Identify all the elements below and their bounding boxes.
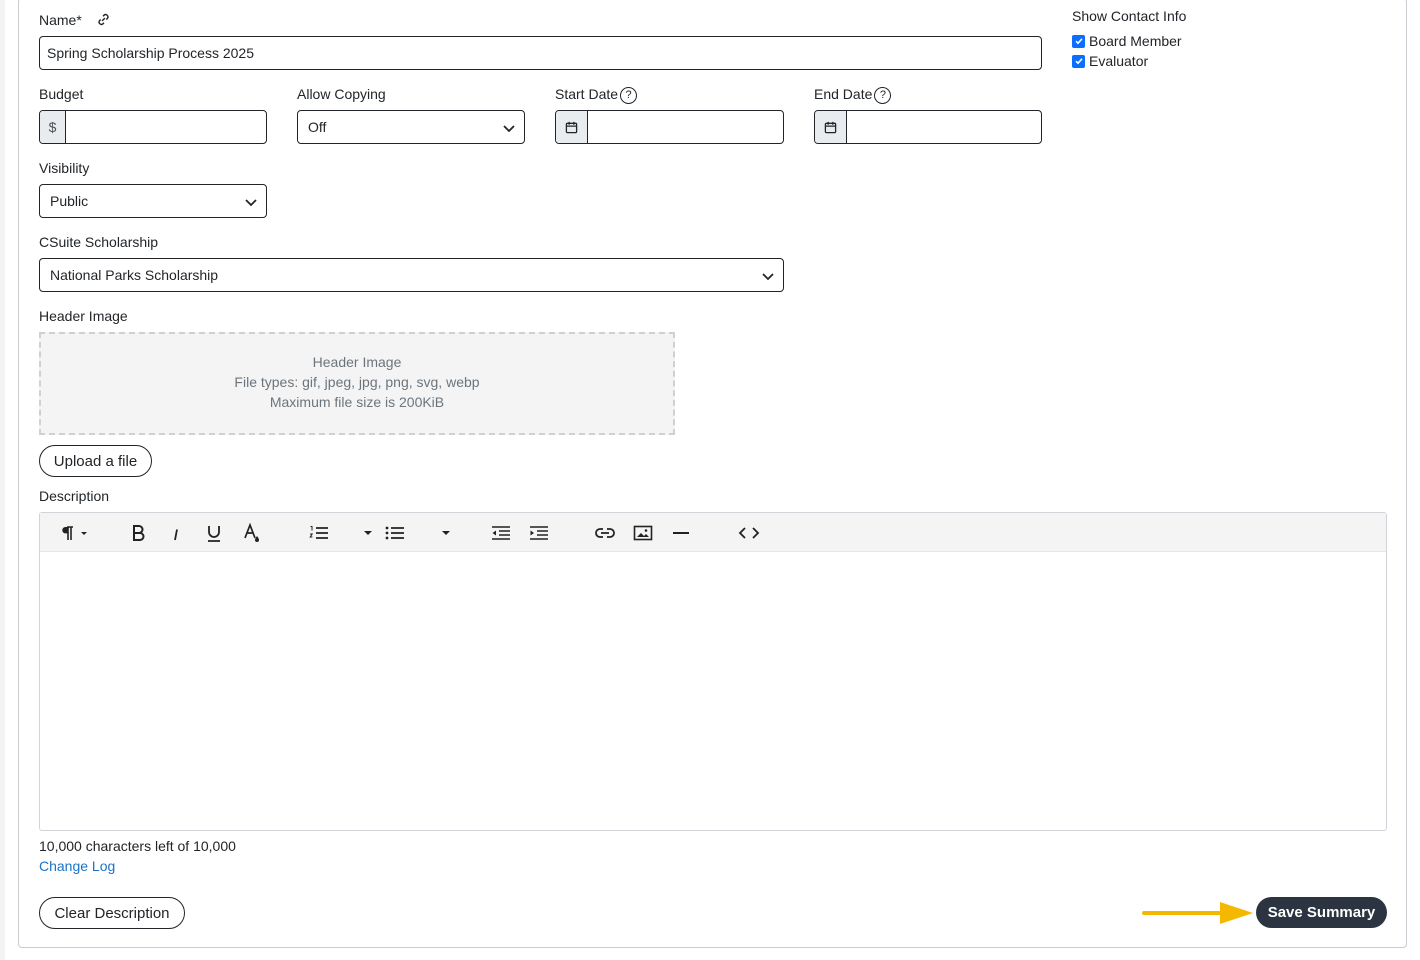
code-view-icon[interactable]: [737, 523, 761, 543]
ordered-list-icon[interactable]: [308, 523, 330, 543]
csuite-scholarship-label: CSuite Scholarship: [39, 234, 159, 250]
budget-input[interactable]: $: [39, 110, 267, 144]
board-member-label: Board Member: [1089, 33, 1182, 49]
outdent-icon[interactable]: [490, 523, 512, 543]
evaluator-checkbox-row[interactable]: Evaluator: [1072, 53, 1148, 69]
change-log-link[interactable]: Change Log: [39, 858, 115, 874]
show-contact-info-title: Show Contact Info: [1072, 8, 1187, 24]
start-date-label: Start Date?: [555, 86, 638, 104]
chevron-down-icon: [762, 273, 774, 281]
character-count: 10,000 characters left of 10,000: [39, 838, 236, 854]
upload-file-button[interactable]: Upload a file: [39, 445, 152, 477]
name-input-value: Spring Scholarship Process 2025: [47, 45, 255, 61]
header-image-dropzone[interactable]: Header Image File types: gif, jpeg, jpg,…: [39, 332, 675, 435]
budget-label: Budget: [39, 86, 84, 102]
csuite-scholarship-select[interactable]: National Parks Scholarship: [39, 258, 784, 292]
evaluator-checkbox[interactable]: [1072, 54, 1085, 68]
annotation-arrow-icon: [1142, 902, 1253, 924]
left-edge-strip: [0, 0, 5, 960]
name-input[interactable]: Spring Scholarship Process 2025: [39, 36, 1042, 70]
allow-copying-value: Off: [308, 119, 327, 135]
dropzone-max-size: Maximum file size is 200KiB: [269, 394, 445, 410]
underline-icon[interactable]: [204, 523, 224, 543]
calendar-icon[interactable]: [815, 111, 847, 143]
visibility-select[interactable]: Public: [39, 184, 267, 218]
visibility-value: Public: [50, 193, 89, 209]
allow-copying-label: Allow Copying: [297, 86, 386, 102]
chevron-down-icon: [503, 125, 515, 133]
clear-description-button[interactable]: Clear Description: [39, 897, 185, 929]
chevron-down-icon: [245, 199, 257, 207]
unordered-list-icon[interactable]: [384, 523, 406, 543]
italic-icon[interactable]: [166, 523, 186, 543]
evaluator-label: Evaluator: [1089, 53, 1149, 69]
csuite-scholarship-value: National Parks Scholarship: [50, 267, 219, 283]
dropzone-title: Header Image: [312, 354, 402, 370]
paragraph-icon[interactable]: [58, 523, 92, 543]
allow-copying-select[interactable]: Off: [297, 110, 525, 144]
currency-addon: $: [40, 111, 66, 143]
indent-icon[interactable]: [528, 523, 550, 543]
visibility-label: Visibility: [39, 160, 90, 176]
list-style-dropdown-icon[interactable]: [362, 523, 374, 543]
description-editor[interactable]: [39, 512, 1387, 831]
end-date-label: End Date?: [814, 86, 892, 104]
header-image-label: Header Image: [39, 308, 128, 324]
help-icon[interactable]: ?: [620, 87, 638, 104]
editor-toolbar: [40, 513, 1386, 552]
name-label: Name*: [39, 12, 111, 30]
calendar-icon[interactable]: [556, 111, 588, 143]
help-icon[interactable]: ?: [874, 87, 892, 104]
image-icon[interactable]: [632, 523, 654, 543]
permalink-icon[interactable]: [96, 12, 111, 30]
board-member-checkbox-row[interactable]: Board Member: [1072, 33, 1182, 49]
start-date-input[interactable]: [555, 110, 784, 144]
link-icon[interactable]: [594, 523, 616, 543]
dropzone-file-types: File types: gif, jpeg, jpg, png, svg, we…: [234, 374, 480, 390]
bullet-style-dropdown-icon[interactable]: [440, 523, 452, 543]
end-date-input[interactable]: [814, 110, 1042, 144]
bold-icon[interactable]: [128, 523, 148, 543]
horizontal-rule-icon[interactable]: [670, 523, 692, 543]
board-member-checkbox[interactable]: [1072, 34, 1085, 48]
text-color-icon[interactable]: [242, 523, 262, 543]
description-label: Description: [39, 488, 110, 504]
save-summary-button[interactable]: Save Summary: [1256, 897, 1387, 928]
